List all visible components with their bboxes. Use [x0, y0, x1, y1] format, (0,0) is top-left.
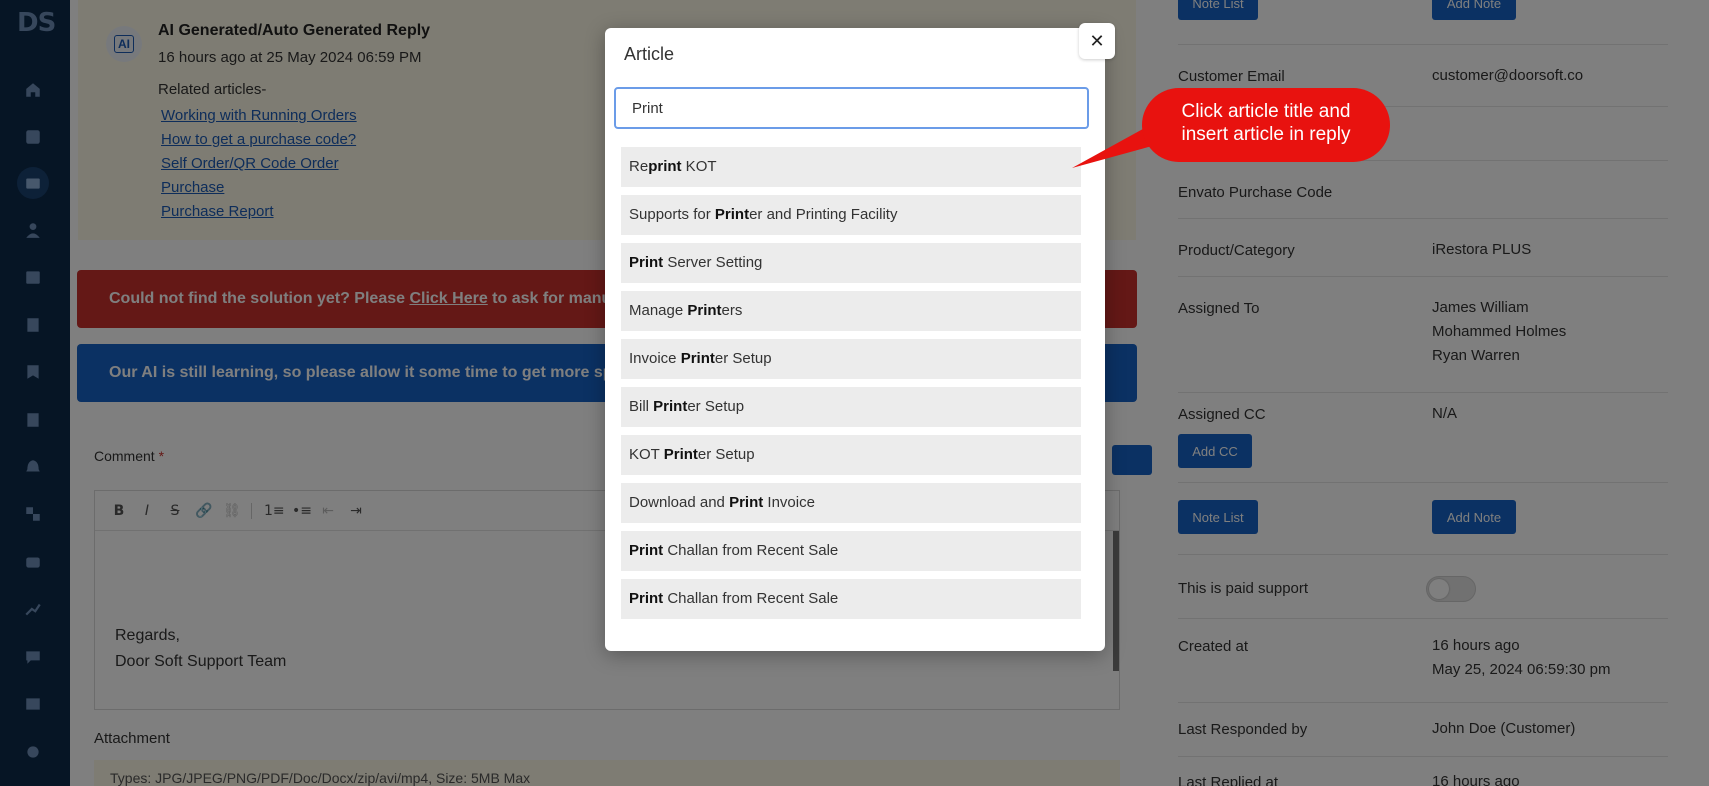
article-result-item[interactable]: Supports for Printer and Printing Facili…	[621, 195, 1081, 235]
article-modal: Article ✕ Reprint KOT Supports for Printe…	[605, 23, 1115, 651]
article-result-item[interactable]: Reprint KOT	[621, 147, 1081, 187]
callout-pointer	[1072, 124, 1152, 168]
article-result-item[interactable]: Bill Printer Setup	[621, 387, 1081, 427]
article-result-item[interactable]: Manage Printers	[621, 291, 1081, 331]
article-result-item[interactable]: Print Server Setting	[621, 243, 1081, 283]
article-search-input[interactable]	[614, 87, 1089, 129]
article-result-item[interactable]: Print Challan from Recent Sale	[621, 579, 1081, 619]
instruction-callout: Click article title and insert article i…	[1142, 88, 1390, 162]
article-result-item[interactable]: Print Challan from Recent Sale	[621, 531, 1081, 571]
close-icon[interactable]: ✕	[1079, 23, 1115, 59]
article-result-item[interactable]: KOT Printer Setup	[621, 435, 1081, 475]
modal-title: Article	[624, 44, 675, 64]
article-result-item[interactable]: Download and Print Invoice	[621, 483, 1081, 523]
article-results-list: Reprint KOT Supports for Printer and Prin…	[621, 147, 1081, 627]
article-result-item[interactable]: Invoice Printer Setup	[621, 339, 1081, 379]
